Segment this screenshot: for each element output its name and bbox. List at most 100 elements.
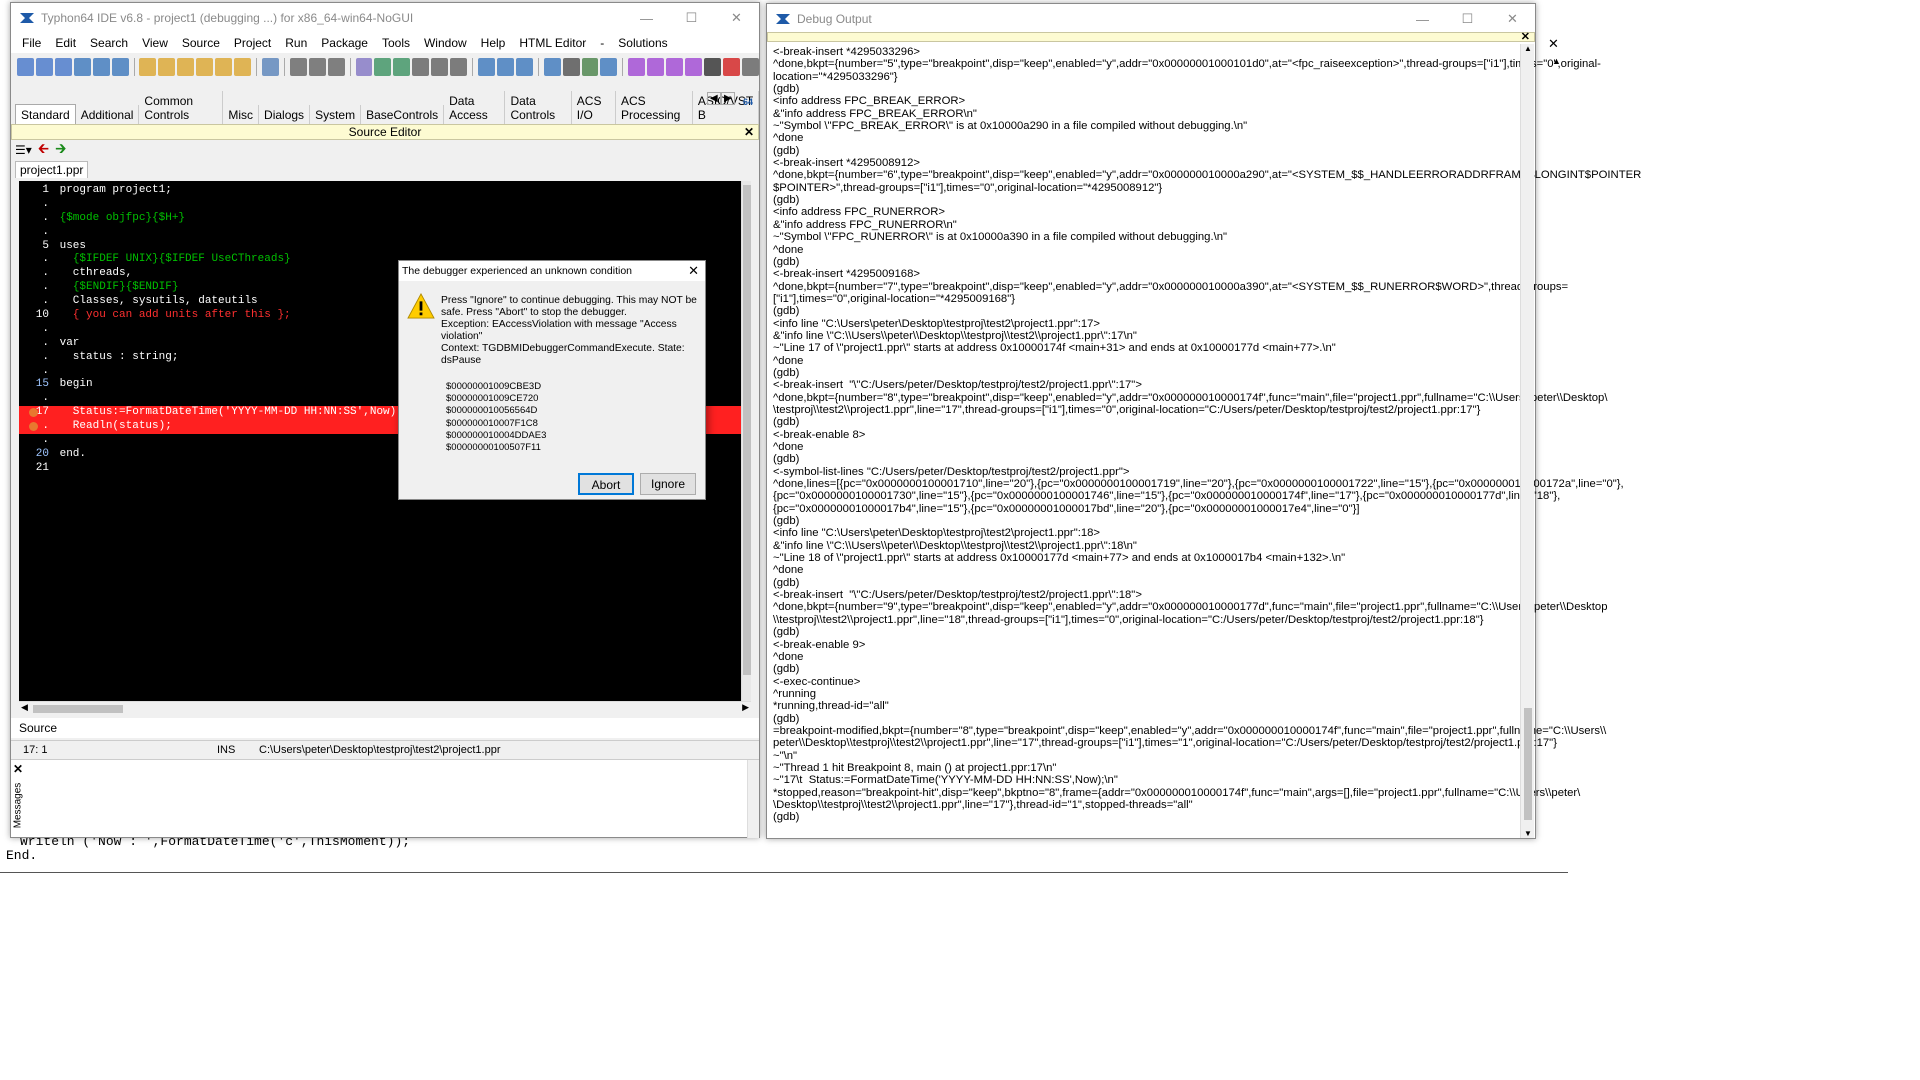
toolbar-tool-icon[interactable] [234, 58, 251, 76]
menu-item[interactable]: Solutions [611, 36, 674, 50]
background-close-icon[interactable]: ✕ [1548, 36, 1559, 52]
toolbar-tool-icon[interactable] [581, 58, 599, 76]
toolbar-tool-icon[interactable] [261, 58, 279, 76]
toolbar-tool-icon[interactable] [308, 58, 326, 76]
toolbar-tool-icon[interactable] [374, 58, 392, 76]
toolbar-tool-icon[interactable] [496, 58, 514, 76]
menu-item[interactable]: Package [314, 36, 375, 50]
debug-vertical-scroll-thumb[interactable] [1524, 708, 1532, 820]
palette-tab[interactable]: BaseControls [361, 105, 445, 125]
code-line[interactable]: . [19, 198, 741, 212]
menu-item[interactable]: Run [278, 36, 314, 50]
forward-arrow-icon[interactable]: 🡲 [55, 138, 66, 162]
editor-horizontal-scrollbar[interactable]: ◀ ▶ [19, 701, 751, 715]
toolbar-tool-icon[interactable] [450, 58, 468, 76]
palette-tab[interactable]: Data Controls [505, 91, 572, 125]
toolbar-tool-icon[interactable] [139, 58, 157, 76]
toolbar-tool-icon[interactable] [477, 58, 495, 76]
close-debug-panel-icon[interactable]: ✕ [1521, 30, 1530, 43]
back-arrow-icon[interactable]: 🡰 [38, 138, 49, 162]
toolbar-tool-icon[interactable] [327, 58, 345, 76]
menu-item[interactable]: Help [474, 36, 513, 50]
toolbar-tool-icon[interactable] [54, 58, 72, 76]
palette-tab[interactable]: Additional [76, 105, 140, 125]
editor-vertical-scroll-thumb[interactable] [743, 185, 751, 675]
toolbar-tool-icon[interactable] [92, 58, 110, 76]
ignore-button[interactable]: Ignore [640, 473, 696, 495]
menu-item[interactable]: - [593, 36, 611, 50]
palette-scroll-left-icon[interactable]: ◀ [707, 92, 721, 105]
palette-tab[interactable]: Dialogs [259, 105, 311, 125]
hscroll-left-icon[interactable]: ◀ [21, 702, 28, 713]
toolbar-tool-icon[interactable] [17, 58, 34, 76]
toolbar-tool-icon[interactable] [412, 58, 430, 76]
menu-item[interactable]: Project [227, 36, 278, 50]
toolbar-tool-icon[interactable] [73, 58, 91, 76]
editor-vertical-scrollbar[interactable] [741, 181, 751, 701]
debug-scroll-up-icon[interactable]: ▲ [1524, 44, 1532, 53]
toolbar-tool-icon[interactable] [393, 58, 411, 76]
toolbar-tool-icon[interactable] [111, 58, 129, 76]
toolbar-tool-icon[interactable] [289, 58, 307, 76]
toolbar-tool-icon[interactable] [562, 58, 580, 76]
palette-tab[interactable]: Standard [15, 104, 76, 125]
toolbar-tool-icon[interactable] [215, 58, 233, 76]
toolbar-tool-icon[interactable] [543, 58, 561, 76]
minimize-icon[interactable]: — [624, 3, 669, 33]
messages-scrollbar[interactable] [747, 760, 759, 838]
maximize-icon[interactable]: ☐ [669, 3, 714, 33]
palette-tab[interactable]: Common Controls [139, 91, 224, 125]
editor-horizontal-scroll-thumb[interactable] [33, 705, 123, 713]
toolbar-tool-icon[interactable] [177, 58, 195, 76]
close-source-editor-icon[interactable]: ✕ [744, 125, 754, 139]
palette-tab[interactable]: ACS I/O [572, 91, 616, 125]
toolbar-tool-icon[interactable] [628, 58, 646, 76]
background-scroll-up-icon[interactable]: ▲ [1552, 56, 1561, 66]
menu-item[interactable]: Search [83, 36, 135, 50]
code-line[interactable]: . {$mode objfpc}{$H+} [19, 212, 741, 226]
abort-button[interactable]: Abort [578, 473, 634, 495]
editor-menu-icon[interactable]: ☰▾ [15, 143, 32, 157]
code-line[interactable]: 5 uses [19, 240, 741, 254]
palette-scroll-right-icon[interactable]: ▶ [721, 92, 735, 105]
menu-item[interactable]: Window [417, 36, 474, 50]
palette-tab[interactable]: Misc [223, 105, 260, 125]
dialog-titlebar[interactable]: The debugger experienced an unknown cond… [399, 261, 705, 281]
toolbar-tool-icon[interactable] [355, 58, 373, 76]
file-tab[interactable]: project1.ppr [15, 161, 89, 178]
close-icon[interactable]: ✕ [714, 3, 759, 33]
ide-titlebar[interactable]: Typhon64 IDE v6.8 - project1 (debugging … [11, 3, 759, 33]
menu-item[interactable]: File [15, 36, 48, 50]
toolbar-tool-icon[interactable] [431, 58, 449, 76]
toolbar-tool-icon[interactable] [515, 58, 533, 76]
toolbar-tool-icon[interactable] [722, 58, 740, 76]
debug-titlebar[interactable]: Debug Output — ☐ ✕ [767, 4, 1535, 34]
menu-item[interactable]: HTML Editor [512, 36, 593, 50]
maximize-icon[interactable]: ☐ [1445, 4, 1490, 34]
toolbar-tool-icon[interactable] [703, 58, 721, 76]
palette-tab[interactable]: Data Access [444, 91, 506, 125]
menu-item[interactable]: Tools [375, 36, 417, 50]
dialog-close-icon[interactable]: ✕ [688, 263, 699, 279]
code-line[interactable]: . [19, 226, 741, 240]
menu-item[interactable]: View [135, 36, 175, 50]
palette-tab[interactable]: ACS Processing [616, 91, 693, 125]
debug-vertical-scrollbar[interactable]: ▲ ▼ [1520, 44, 1534, 838]
toolbar-tool-icon[interactable] [741, 58, 759, 76]
close-messages-icon[interactable]: ✕ [13, 762, 23, 776]
source-tab[interactable]: Source [19, 721, 57, 735]
toolbar-tool-icon[interactable] [35, 58, 53, 76]
toolbar-tool-icon[interactable] [666, 58, 684, 76]
toolbar-tool-icon[interactable] [158, 58, 176, 76]
toolbar-tool-icon[interactable] [196, 58, 214, 76]
menu-item[interactable]: Source [175, 36, 227, 50]
toolbar-tool-icon[interactable] [647, 58, 665, 76]
menu-item[interactable]: Edit [48, 36, 83, 50]
debug-scroll-down-icon[interactable]: ▼ [1524, 829, 1532, 838]
minimize-icon[interactable]: — [1400, 4, 1445, 34]
toolbar-tool-icon[interactable] [600, 58, 618, 76]
code-line[interactable]: 1 program project1; [19, 184, 741, 198]
palette-tab[interactable]: System [310, 105, 362, 125]
hscroll-right-icon[interactable]: ▶ [742, 702, 749, 713]
toolbar-tool-icon[interactable] [685, 58, 702, 76]
